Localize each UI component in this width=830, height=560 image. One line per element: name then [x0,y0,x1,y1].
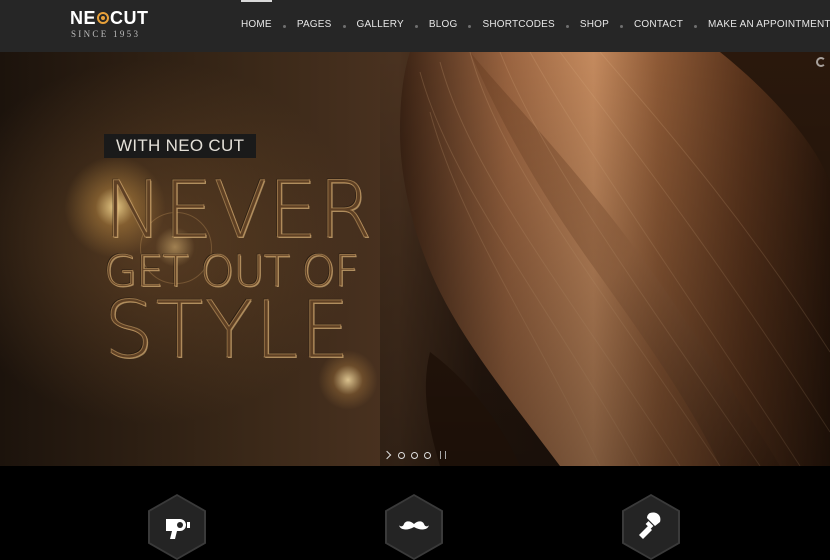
nav-separator [342,24,346,28]
logo-tagline: SINCE 1953 [71,29,141,39]
nav-item-home[interactable]: HOME [241,0,272,52]
nav-separator [468,24,472,28]
next-slide-icon[interactable] [384,448,392,462]
slide-dot-1[interactable] [398,451,405,459]
mustache-icon [399,521,429,530]
nav-separator [565,24,569,28]
hero-headline-line-3: STYLE [104,286,352,376]
nav-item-pages[interactable]: PAGES [297,0,332,52]
hero-headline-line-1: NEVER [103,166,374,256]
slide-dot-3[interactable] [424,451,431,459]
main-nav: HOME PAGES GALLERY BLOG SHORTCODES SHOP … [241,0,830,52]
hair-dryer-icon [166,519,190,539]
logo-wordmark: NE CUT [70,7,149,28]
nav-item-shop[interactable]: SHOP [580,0,609,52]
nav-item-contact[interactable]: CONTACT [634,0,683,52]
nav-separator [414,24,418,28]
hero-slider[interactable]: WITH NEO CUT NEVER GET OUT OF STYLE [0,52,830,466]
site-header: NE CUT SINCE 1953 HOME PAGES GALLERY BLOG… [0,0,830,52]
target-ring-icon [97,12,110,24]
slider-controls [384,448,446,462]
nav-separator [694,24,698,28]
nav-item-gallery[interactable]: GALLERY [357,0,404,52]
shaving-brush-icon [639,512,661,539]
services-row [0,466,830,560]
hero-tagline: WITH NEO CUT [104,134,257,158]
nav-separator [620,24,624,28]
nav-separator [282,24,286,28]
slide-loader-icon [816,57,826,67]
pause-icon[interactable] [440,451,446,459]
service-beard-care[interactable] [385,494,443,560]
logo[interactable]: NE CUT SINCE 1953 [70,8,152,44]
nav-item-shortcodes[interactable]: SHORTCODES [482,0,554,52]
slide-dot-2[interactable] [411,451,418,459]
nav-item-blog[interactable]: BLOG [429,0,458,52]
nav-item-make-appointment[interactable]: MAKE AN APPOINTMENT [708,0,830,52]
service-hair-dryer[interactable] [148,494,206,560]
service-shaving[interactable] [622,494,680,560]
